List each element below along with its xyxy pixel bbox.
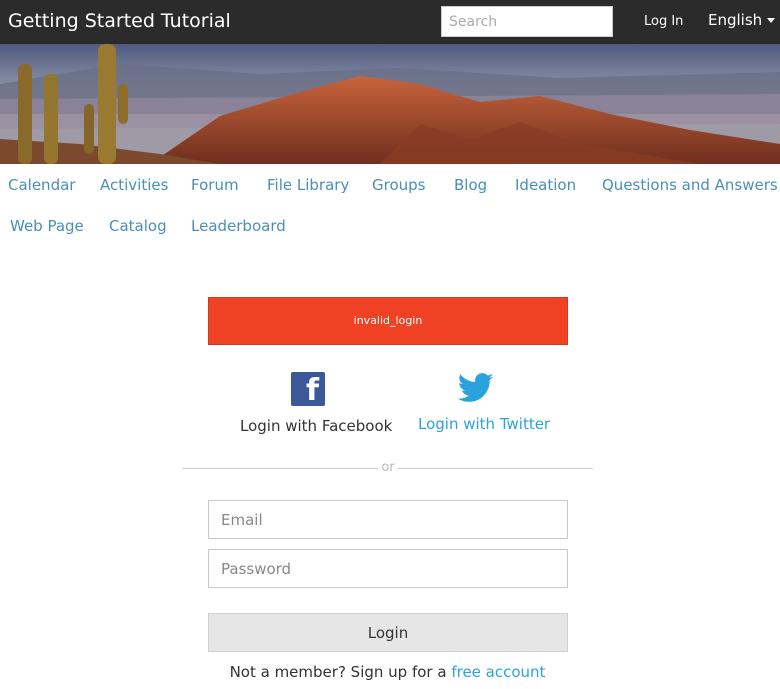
- search-input[interactable]: [441, 6, 613, 37]
- nav-questions-and-answers[interactable]: Questions and Answers: [602, 176, 778, 194]
- desert-landscape-image: [0, 44, 780, 164]
- email-field[interactable]: [208, 500, 568, 539]
- password-field[interactable]: [208, 549, 568, 588]
- nav-file-library[interactable]: File Library: [267, 176, 349, 194]
- nav-web-page[interactable]: Web Page: [10, 217, 84, 235]
- language-label: English: [708, 11, 763, 29]
- nav-groups[interactable]: Groups: [372, 176, 425, 194]
- twitter-login-label[interactable]: Login with Twitter: [418, 415, 550, 433]
- nav-leaderboard[interactable]: Leaderboard: [191, 217, 286, 235]
- nav-catalog[interactable]: Catalog: [109, 217, 167, 235]
- facebook-login-label[interactable]: Login with Facebook: [240, 417, 392, 435]
- twitter-icon[interactable]: [457, 372, 494, 404]
- or-separator: or: [378, 460, 398, 475]
- login-button[interactable]: Login: [208, 613, 568, 652]
- language-dropdown[interactable]: English: [708, 11, 776, 29]
- twitter-login[interactable]: Login with Twitter: [418, 372, 550, 433]
- error-alert: invalid_login: [208, 297, 568, 345]
- signup-prompt: Not a member? Sign up for a free account: [0, 663, 775, 681]
- free-account-link[interactable]: free account: [451, 663, 545, 681]
- facebook-icon[interactable]: f: [291, 372, 325, 408]
- nav-ideation[interactable]: Ideation: [515, 176, 576, 194]
- facebook-login[interactable]: f Login with Facebook: [240, 372, 392, 435]
- caret-down-icon: [767, 17, 776, 23]
- signup-text: Not a member? Sign up for a: [229, 663, 447, 681]
- site-title[interactable]: Getting Started Tutorial: [8, 10, 231, 32]
- banner-image: [0, 44, 780, 164]
- nav-calendar[interactable]: Calendar: [8, 176, 75, 194]
- top-bar: Getting Started Tutorial Log In English: [0, 0, 780, 44]
- nav-blog[interactable]: Blog: [454, 176, 487, 194]
- nav-forum[interactable]: Forum: [191, 176, 239, 194]
- nav-activities[interactable]: Activities: [100, 176, 168, 194]
- login-link[interactable]: Log In: [644, 14, 683, 29]
